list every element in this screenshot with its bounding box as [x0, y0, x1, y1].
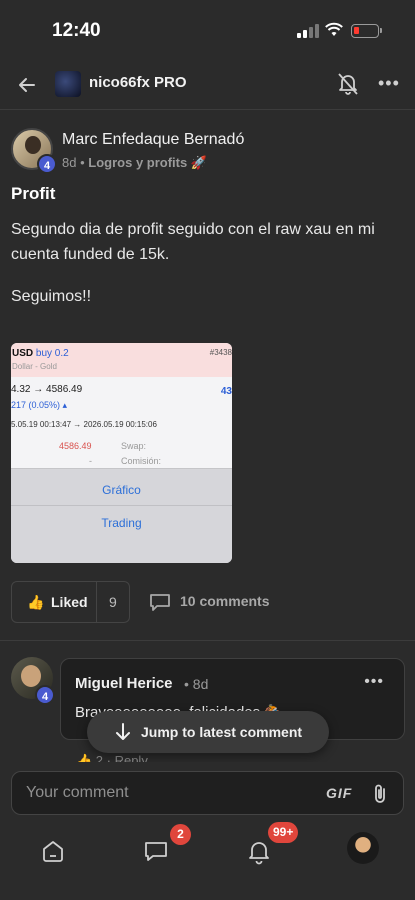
meta-separator: • — [80, 155, 85, 170]
chat-icon[interactable] — [141, 836, 171, 866]
trade-dates: 5.05.19 00:13:47 → 2026.05.19 00:15:06 — [11, 420, 157, 429]
comment-more-icon[interactable]: ••• — [364, 673, 384, 691]
trade-right-value: 43 — [220, 386, 232, 397]
trade-symbol-text: USD — [12, 348, 34, 359]
post-image-screenshot[interactable]: USD buy 0.2 Dollar - Gold #3438 4.32 → 4… — [11, 343, 232, 563]
post-meta: 8d • Logros y profits 🚀 — [62, 155, 207, 171]
more-options-icon[interactable]: ••• — [378, 74, 400, 92]
like-count[interactable]: 9 — [109, 594, 117, 610]
trade-price: 4586.49 — [59, 441, 92, 451]
chat-badge: 2 — [170, 824, 191, 845]
notifications-badge: 99+ — [268, 822, 299, 843]
group-avatar[interactable] — [55, 71, 81, 97]
comment-bubble-icon — [150, 594, 170, 611]
wifi-icon — [325, 22, 343, 36]
trade-side: buy 0.2 — [35, 348, 69, 359]
app-header: nico66fx PRO ••• — [0, 60, 415, 110]
home-icon[interactable] — [38, 836, 68, 866]
comment-input-placeholder: Your comment — [26, 784, 129, 801]
paperclip-icon[interactable] — [370, 782, 390, 806]
like-label: Liked — [51, 594, 88, 610]
section-divider — [0, 640, 415, 641]
post-body: Segundo dia de profit seguido con el raw… — [11, 221, 375, 263]
trade-symbol: USD buy 0.2 — [12, 348, 69, 359]
post-body-second: Seguimos!! — [11, 288, 92, 305]
status-bar: 12:40 — [0, 0, 415, 60]
gif-button[interactable]: GIF — [326, 785, 352, 801]
comment-author[interactable]: Miguel Herice — [75, 675, 173, 692]
trade-subtitle: Dollar - Gold — [12, 362, 57, 371]
arrow-down-icon — [116, 723, 130, 740]
cellular-signal-icon — [297, 24, 319, 38]
trade-dash: - — [89, 456, 92, 466]
trade-ticket: #3438 — [209, 348, 232, 357]
post-age: 8d — [62, 155, 77, 170]
back-arrow-icon[interactable] — [14, 72, 40, 98]
group-name[interactable]: nico66fx PRO — [89, 74, 187, 91]
comment-time: • 8d — [184, 676, 209, 692]
post-category[interactable]: Logros y profits 🚀 — [88, 155, 207, 170]
trade-action-trading: Trading — [101, 516, 142, 530]
thumbs-up-icon: 👍 — [27, 594, 45, 610]
like-group: 👍 Liked 9 — [11, 581, 130, 623]
comment-input[interactable]: Your comment GIF — [11, 771, 404, 815]
trade-action-divider — [11, 505, 232, 506]
like-button[interactable]: 👍 Liked — [12, 582, 97, 622]
trade-swap-label: Swap: — [121, 441, 147, 451]
notifications-icon[interactable] — [244, 836, 274, 866]
status-time: 12:40 — [52, 20, 101, 41]
commenter-level-badge: 4 — [35, 685, 55, 705]
trade-price-line: 4.32 → 4586.49 — [11, 384, 83, 395]
bell-off-icon[interactable] — [336, 71, 360, 97]
profile-avatar[interactable] — [347, 832, 379, 864]
comments-label: 10 comments — [180, 593, 270, 609]
trade-action-grafico: Gráfico — [102, 483, 141, 497]
trade-commission-label: Comisión: — [121, 456, 162, 466]
post-title: Profit — [11, 184, 56, 203]
level-badge: 4 — [37, 154, 57, 174]
trade-change: 217 (0.05%) ▴ — [11, 400, 68, 410]
jump-to-latest-button[interactable]: Jump to latest comment — [87, 711, 329, 753]
post-author[interactable]: Marc Enfedaque Bernadó — [62, 131, 244, 149]
battery-icon — [351, 24, 382, 38]
jump-label: Jump to latest comment — [141, 724, 303, 740]
